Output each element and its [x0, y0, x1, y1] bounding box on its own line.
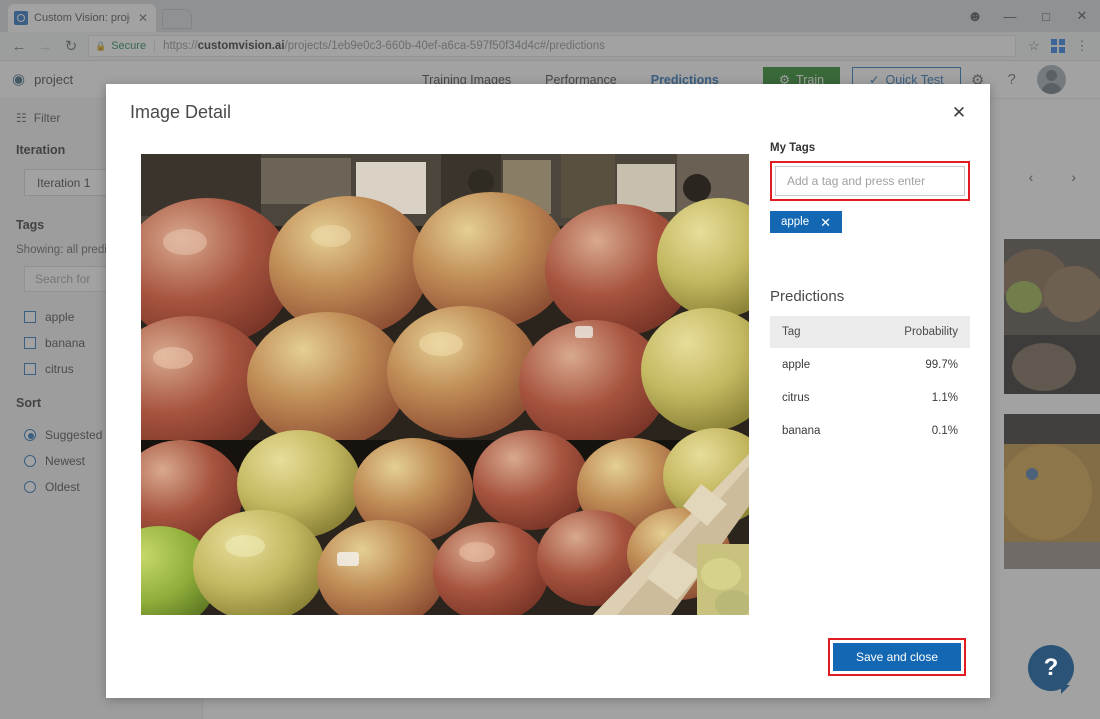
prediction-probability: 0.1% — [857, 414, 970, 447]
question-mark-icon: ? — [1044, 654, 1059, 682]
tag-input[interactable]: Add a tag and press enter — [775, 166, 965, 196]
apples-photo — [141, 154, 749, 615]
prediction-probability: 1.1% — [857, 381, 970, 414]
my-tags-label: My Tags — [770, 142, 970, 154]
chip-label: apple — [781, 216, 809, 228]
prediction-tag: citrus — [770, 381, 857, 414]
table-header-row: Tag Probability — [770, 316, 970, 348]
prediction-probability: 99.7% — [857, 348, 970, 381]
help-chat-button[interactable]: ? — [1028, 645, 1074, 691]
table-row: banana 0.1% — [770, 414, 970, 447]
predictions-table: Tag Probability apple 99.7% citrus 1.1% … — [770, 316, 970, 447]
column-header-probability: Probability — [857, 316, 970, 348]
tag-chip-apple[interactable]: apple ✕ — [770, 211, 842, 233]
table-row: citrus 1.1% — [770, 381, 970, 414]
prediction-tag: apple — [770, 348, 857, 381]
close-icon[interactable]: ✕ — [946, 100, 972, 126]
prediction-tag: banana — [770, 414, 857, 447]
save-button-highlight: Save and close — [828, 638, 966, 676]
tag-input-highlight: Add a tag and press enter — [770, 161, 970, 201]
column-header-tag: Tag — [770, 316, 857, 348]
save-and-close-button[interactable]: Save and close — [833, 643, 961, 671]
tags-and-predictions-pane: My Tags Add a tag and press enter apple … — [770, 142, 970, 447]
table-row: apple 99.7% — [770, 348, 970, 381]
modal-title: Image Detail — [130, 102, 231, 123]
predictions-title: Predictions — [770, 288, 970, 305]
image-detail-modal: Image Detail ✕ — [106, 84, 990, 698]
detail-image — [141, 154, 749, 615]
chip-remove-icon[interactable]: ✕ — [820, 216, 831, 229]
